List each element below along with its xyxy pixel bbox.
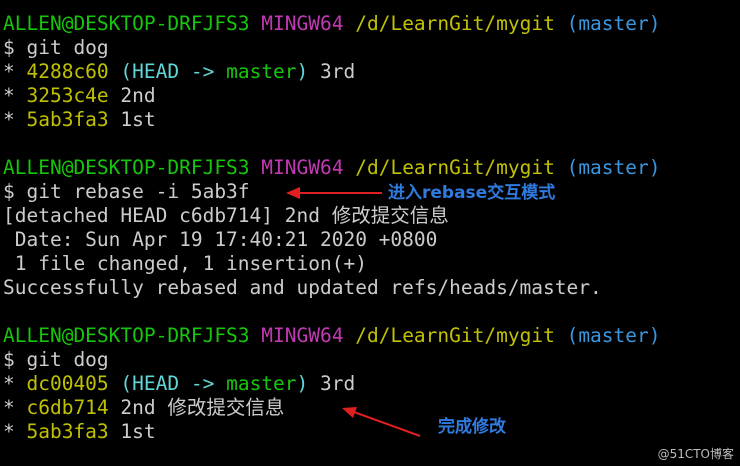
prompt-user: ALLEN@DESKTOP-DRFJFS3 xyxy=(3,324,250,347)
annotation-arrow-left-icon xyxy=(286,187,382,199)
command-line: $ git rebase -i 5ab3f xyxy=(3,180,250,203)
annotation-arrow-left-icon xyxy=(342,407,421,437)
prompt-branch: (master) xyxy=(566,324,661,347)
commit-message: 3rd xyxy=(308,372,356,395)
commit-line: * 5ab3fa3 1st xyxy=(3,420,156,444)
command-line: $ git dog xyxy=(3,348,109,371)
graph-marker: * xyxy=(3,60,27,83)
commit-ref: (HEAD -> master) xyxy=(120,372,309,395)
prompt-shell: MINGW64 xyxy=(261,12,344,35)
annotation-rebase-note: 进入rebase交互模式 xyxy=(388,183,556,203)
output-line: Successfully rebased and updated refs/he… xyxy=(3,276,602,299)
prompt-branch: (master) xyxy=(566,12,661,35)
commit-line: * 3253c4e 2nd xyxy=(3,84,156,108)
graph-marker: * xyxy=(3,396,27,419)
prompt-path: /d/LearnGit/mygit xyxy=(355,156,555,179)
prompt-user: ALLEN@DESKTOP-DRFJFS3 xyxy=(3,12,250,35)
terminal-window[interactable]: ALLEN@DESKTOP-DRFJFS3 MINGW64 /d/LearnGi… xyxy=(0,0,740,466)
graph-marker: * xyxy=(3,108,27,131)
prompt-path: /d/LearnGit/mygit xyxy=(355,12,555,35)
output-line: Date: Sun Apr 19 17:40:21 2020 +0800 xyxy=(3,228,438,251)
commit-hash: 4288c60 xyxy=(26,60,109,83)
commit-hash: dc00405 xyxy=(26,372,109,395)
prompt-line: ALLEN@DESKTOP-DRFJFS3 MINGW64 /d/LearnGi… xyxy=(3,156,661,180)
prompt-shell: MINGW64 xyxy=(261,156,344,179)
graph-marker: * xyxy=(3,420,27,443)
prompt-path: /d/LearnGit/mygit xyxy=(355,324,555,347)
commit-hash: 3253c4e xyxy=(26,84,109,107)
prompt-user: ALLEN@DESKTOP-DRFJFS3 xyxy=(3,156,250,179)
commit-hash: 5ab3fa3 xyxy=(26,420,109,443)
commit-ref: (HEAD -> master) xyxy=(120,60,309,83)
output-line: 1 file changed, 1 insertion(+) xyxy=(3,252,367,275)
commit-message: 2nd 修改提交信息 xyxy=(108,396,285,419)
commit-message: 1st xyxy=(108,108,156,131)
commit-line: * 4288c60 (HEAD -> master) 3rd xyxy=(3,60,355,84)
output-line: [detached HEAD c6db714] 2nd 修改提交信息 xyxy=(3,204,449,227)
commit-hash: c6db714 xyxy=(26,396,109,419)
commit-message: 3rd xyxy=(308,60,356,83)
commit-line: * dc00405 (HEAD -> master) 3rd xyxy=(3,372,355,396)
watermark: @51CTO博客 xyxy=(657,447,734,461)
command-line: $ git dog xyxy=(3,36,109,59)
prompt-branch: (master) xyxy=(566,156,661,179)
prompt-line: ALLEN@DESKTOP-DRFJFS3 MINGW64 /d/LearnGi… xyxy=(3,12,661,36)
commit-message: 2nd xyxy=(108,84,156,107)
commit-message: 1st xyxy=(108,420,156,443)
graph-marker: * xyxy=(3,84,27,107)
prompt-line: ALLEN@DESKTOP-DRFJFS3 MINGW64 /d/LearnGi… xyxy=(3,324,661,348)
graph-marker: * xyxy=(3,372,27,395)
commit-line: * 5ab3fa3 1st xyxy=(3,108,156,132)
commit-line: * c6db714 2nd 修改提交信息 xyxy=(3,396,284,420)
annotation-done-note: 完成修改 xyxy=(438,417,506,437)
prompt-shell: MINGW64 xyxy=(261,324,344,347)
commit-hash: 5ab3fa3 xyxy=(26,108,109,131)
